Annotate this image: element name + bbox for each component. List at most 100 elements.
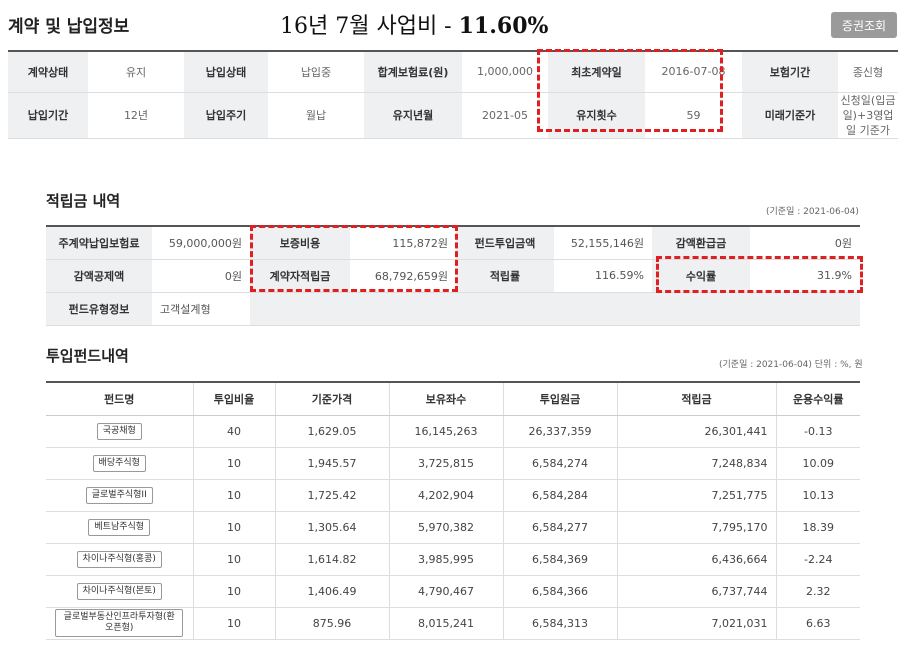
fund-principal: 26,337,359: [502, 415, 617, 448]
fund-principal: 6,584,366: [502, 575, 617, 608]
fund-units: 4,790,467: [388, 575, 503, 608]
reduced-refund-value: 0원: [750, 226, 860, 260]
reduced-deduction-value: 0원: [152, 259, 250, 293]
fund-units: 8,015,241: [388, 607, 503, 640]
fund-principal: 6,584,284: [502, 479, 617, 512]
col-header-fund-name: 펀드명: [46, 382, 193, 416]
fund-yield: 2.32: [775, 575, 860, 608]
fund-units: 3,725,815: [388, 447, 503, 480]
fund-units: 5,970,382: [388, 511, 503, 544]
fund-ratio: 10: [192, 575, 275, 608]
fund-name-button[interactable]: 글로벌부동산인프라투자형(환오픈형): [55, 609, 184, 637]
fund-reserve: 7,248,834: [616, 447, 776, 480]
funds-header-row: 펀드명 투입비율 기준가격 보유좌수 투입원금 적립금 운용수익률: [46, 382, 860, 416]
fund-yield: 6.63: [775, 607, 860, 640]
page-title: 계약 및 납입정보: [8, 17, 130, 37]
funds-table: 펀드명 투입비율 기준가격 보유좌수 투입원금 적립금 운용수익률 국공채형 4…: [46, 381, 860, 640]
fund-yield: -2.24: [775, 543, 860, 576]
main-premium-label: 주계약납입보험료: [46, 226, 152, 260]
fund-price: 1,406.49: [274, 575, 389, 608]
fund-reserve: 7,251,775: [616, 479, 776, 512]
contract-info-table: 계약상태 유지 납입상태 납입중 합계보험료(원) 1,000,000 최초계약…: [8, 50, 898, 139]
fund-ratio: 40: [192, 415, 275, 448]
table-row: 차이나주식형(홍콩) 10 1,614.82 3,985,995 6,584,3…: [46, 543, 860, 576]
fund-principal: 6,584,277: [502, 511, 617, 544]
highlight-box-return-rate: [656, 256, 863, 293]
funds-base-date: (기준일 : 2021-06-04) 단위 : %, 원: [719, 360, 863, 370]
reserve-base-date: (기준일 : 2021-06-04): [766, 207, 859, 217]
table-row: 배당주식형 10 1,945.57 3,725,815 6,584,274 7,…: [46, 447, 860, 480]
fund-price: 1,945.57: [274, 447, 389, 480]
highlight-box-reserve: [250, 225, 458, 292]
fund-yield: -0.13: [775, 415, 860, 448]
fund-price: 1,725.42: [274, 479, 389, 512]
table-row: 차이나주식형(본토) 10 1,406.49 4,790,467 6,584,3…: [46, 575, 860, 608]
table-row: 글로벌부동산인프라투자형(환오픈형) 10 875.96 8,015,241 6…: [46, 607, 860, 640]
total-premium-label: 합계보험료(원): [364, 51, 462, 93]
fund-name-button[interactable]: 베트남주식형: [88, 518, 151, 536]
fund-ratio: 10: [192, 447, 275, 480]
fund-name-button[interactable]: 국공채형: [96, 422, 142, 440]
fund-reserve: 6,737,744: [616, 575, 776, 608]
col-header-yield: 운용수익률: [775, 382, 860, 416]
fund-principal: 6,584,274: [502, 447, 617, 480]
fund-ratio: 10: [192, 479, 275, 512]
table-row: 국공채형 40 1,629.05 16,145,263 26,337,359 2…: [46, 415, 860, 448]
funds-section-title: 투입펀드내역: [46, 347, 129, 365]
table-row: 베트남주식형 10 1,305.64 5,970,382 6,584,277 7…: [46, 511, 860, 544]
payment-status-value: 납입중: [268, 51, 364, 93]
fund-name-button[interactable]: 글로벌주식형II: [85, 486, 153, 504]
future-base-price-label: 미래기준가: [742, 92, 838, 139]
payment-period-label: 납입기간: [8, 92, 88, 139]
main-premium-value: 59,000,000원: [152, 226, 250, 260]
fund-yield: 10.13: [775, 479, 860, 512]
reduced-refund-label: 감액환급금: [652, 226, 750, 260]
maintain-month-label: 유지년월: [364, 92, 462, 139]
fund-reserve: 26,301,441: [616, 415, 776, 448]
fund-name-button[interactable]: 차이나주식형(본토): [76, 582, 162, 600]
fund-name-button[interactable]: 차이나주식형(홍콩): [76, 550, 162, 568]
contract-row: 계약상태 유지 납입상태 납입중 합계보험료(원) 1,000,000 최초계약…: [8, 51, 898, 93]
reserve-row: 펀드유형정보 고객설계형: [46, 292, 860, 326]
table-row: 글로벌주식형II 10 1,725.42 4,202,904 6,584,284…: [46, 479, 860, 512]
fund-price: 875.96: [274, 607, 389, 640]
fund-price: 1,614.82: [274, 543, 389, 576]
fund-ratio: 10: [192, 607, 275, 640]
fund-principal: 6,584,369: [502, 543, 617, 576]
insurance-period-value: 종신형: [838, 51, 898, 93]
empty-cell: [250, 292, 350, 326]
total-premium-value: 1,000,000: [462, 51, 548, 93]
insurance-period-label: 보험기간: [742, 51, 838, 93]
overlay-percent: 11.60%: [458, 13, 549, 39]
fund-reserve: 7,795,170: [616, 511, 776, 544]
payment-period-value: 12년: [88, 92, 184, 139]
fund-price: 1,305.64: [274, 511, 389, 544]
fund-reserve: 6,436,664: [616, 543, 776, 576]
contract-status-value: 유지: [88, 51, 184, 93]
fund-ratio: 10: [192, 543, 275, 576]
empty-cell: [652, 292, 750, 326]
empty-cell: [350, 292, 456, 326]
payment-cycle-value: 월납: [268, 92, 364, 139]
fund-ratio: 10: [192, 511, 275, 544]
highlight-box-first-contract: [537, 49, 723, 132]
fund-units: 4,202,904: [388, 479, 503, 512]
fund-type-value: 고객설계형: [152, 292, 250, 326]
certificate-lookup-button[interactable]: 증권조회: [831, 12, 897, 38]
fund-principal: 6,584,313: [502, 607, 617, 640]
contract-status-label: 계약상태: [8, 51, 88, 93]
fund-input-value: 52,155,146원: [554, 226, 652, 260]
fund-type-label: 펀드유형정보: [46, 292, 152, 326]
payment-status-label: 납입상태: [184, 51, 268, 93]
reserve-section-title: 적립금 내역: [46, 192, 121, 210]
empty-cell: [456, 292, 554, 326]
col-header-principal: 투입원금: [502, 382, 617, 416]
fund-input-label: 펀드투입금액: [456, 226, 554, 260]
payment-cycle-label: 납입주기: [184, 92, 268, 139]
fund-name-button[interactable]: 배당주식형: [92, 454, 146, 472]
fund-yield: 10.09: [775, 447, 860, 480]
col-header-units: 보유좌수: [388, 382, 503, 416]
empty-cell: [554, 292, 652, 326]
overlay-annotation: 16년 7월 사업비 - 11.60%: [280, 8, 548, 40]
col-header-reserve: 적립금: [616, 382, 776, 416]
